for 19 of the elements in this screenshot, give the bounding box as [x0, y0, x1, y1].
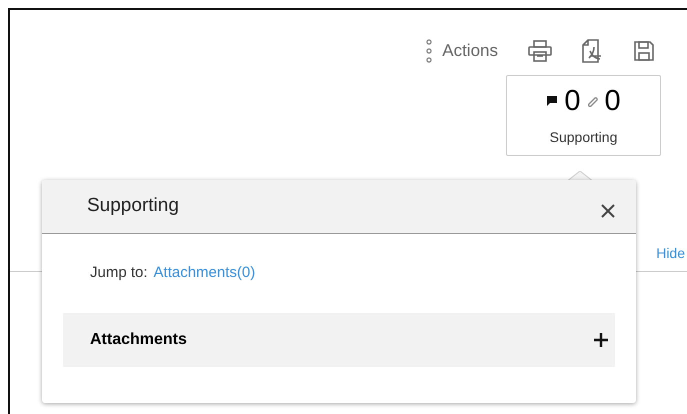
card-label: Supporting — [550, 128, 618, 147]
actions-button[interactable]: Actions — [426, 38, 498, 64]
add-icon[interactable] — [593, 332, 609, 348]
pdf-icon[interactable] — [582, 38, 604, 63]
save-icon[interactable] — [634, 40, 654, 61]
paperclip-icon — [586, 94, 598, 106]
comments-count: 0 — [564, 84, 580, 118]
section-header[interactable]: Attachments — [63, 312, 615, 366]
print-icon[interactable] — [528, 40, 552, 62]
hide-link[interactable]: Hide — [656, 243, 685, 264]
popover-title: Supporting — [87, 194, 179, 218]
close-icon — [600, 202, 616, 218]
attachments-count: 0 — [604, 84, 621, 118]
more-icon — [426, 38, 432, 63]
attachments-link[interactable]: Attachments(0) — [154, 262, 256, 284]
supporting-card[interactable]: 0 0 Supporting — [506, 74, 661, 156]
comment-icon — [546, 95, 558, 106]
jump-to-label: Jump to: — [90, 263, 148, 283]
section-title: Attachments — [90, 330, 187, 350]
